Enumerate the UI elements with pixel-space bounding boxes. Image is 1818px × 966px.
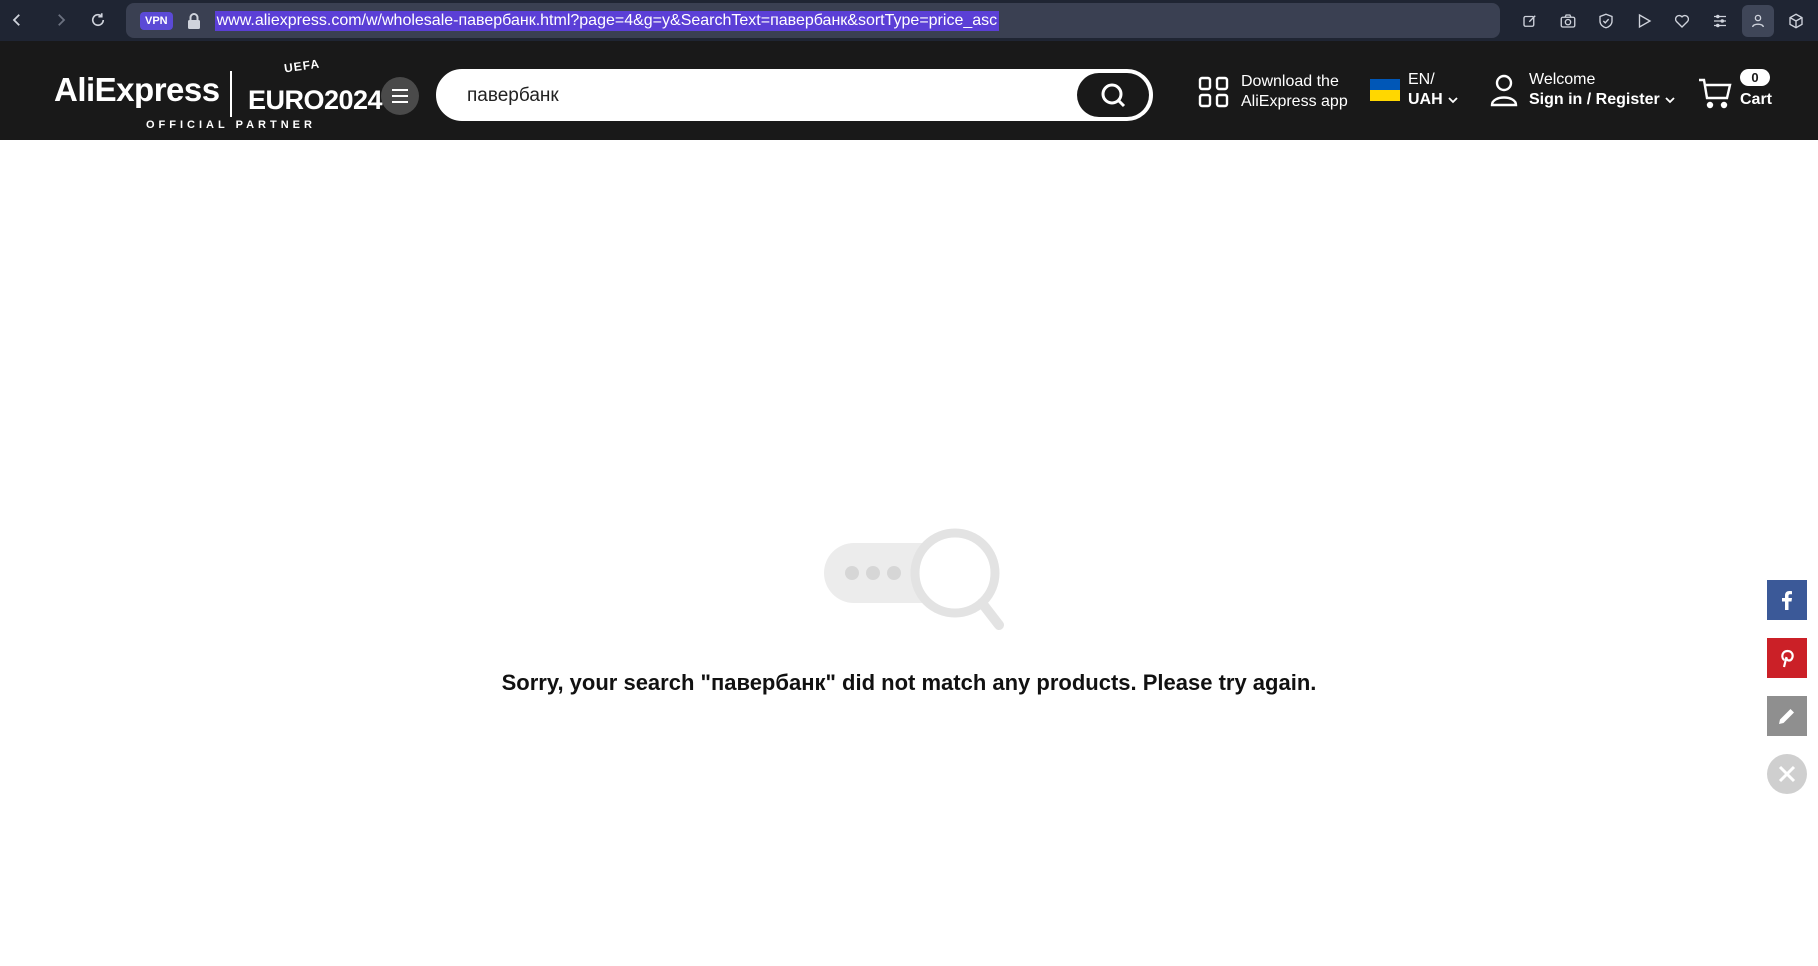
pinterest-icon: [1781, 649, 1794, 668]
logo-divider: [230, 71, 232, 117]
snapshot-button[interactable]: [1552, 5, 1584, 37]
feedback-button[interactable]: [1767, 696, 1807, 736]
close-icon: [1778, 765, 1796, 783]
download-line-2: AliExpress app: [1241, 93, 1348, 110]
back-button[interactable]: [1, 4, 33, 36]
euro2024-logo: EURO2024: [248, 85, 383, 115]
play-icon: [1638, 13, 1652, 29]
facebook-icon: [1782, 591, 1792, 610]
search-icon: [1101, 83, 1126, 108]
camera-icon: [1560, 14, 1576, 28]
download-line-1: Download the: [1241, 73, 1339, 90]
lock-icon[interactable]: [187, 12, 201, 29]
qr-code-icon: [1198, 76, 1229, 108]
url-text[interactable]: www.aliexpress.com/w/wholesale-павербанк…: [214, 10, 1000, 31]
pencil-icon: [1779, 709, 1794, 724]
easy-setup-button[interactable]: [1704, 5, 1736, 37]
aliexpress-logo[interactable]: AliExpress: [54, 71, 220, 109]
adblock-button[interactable]: [1590, 5, 1622, 37]
cart-label: Cart: [1740, 91, 1773, 108]
chevron-down-icon: [1448, 97, 1458, 104]
welcome-label: Welcome: [1529, 71, 1596, 88]
chevron-left-icon: [12, 14, 20, 26]
download-app-text: Download the AliExpress app: [1241, 72, 1348, 112]
vpn-badge[interactable]: VPN: [140, 11, 173, 30]
logo-text: AliExpress: [54, 71, 220, 108]
forward-button[interactable]: [45, 4, 77, 36]
official-partner-text: OFFICIAL PARTNER: [146, 119, 316, 131]
hamburger-icon: [392, 89, 408, 103]
cart-icon: [1699, 78, 1732, 109]
favorites-button[interactable]: [1666, 5, 1698, 37]
profile-button[interactable]: [1742, 5, 1774, 37]
browser-extensions: [1514, 5, 1812, 37]
chevron-right-icon: [58, 14, 66, 26]
reload-icon: [91, 13, 105, 27]
address-bar[interactable]: VPN www.aliexpress.com/w/wholesale-павер…: [126, 3, 1500, 38]
uefa-text: UEFA: [283, 56, 321, 76]
download-app-link[interactable]: Download the AliExpress app: [1198, 72, 1348, 112]
user-icon: [1752, 14, 1764, 28]
user-icon: [1490, 74, 1518, 107]
sliders-icon: [1714, 14, 1726, 28]
edit-page-button[interactable]: [1514, 5, 1546, 37]
sign-in-register-link[interactable]: Sign in / Register: [1529, 91, 1660, 108]
close-sidebar-button[interactable]: [1767, 754, 1807, 794]
browser-toolbar: VPN www.aliexpress.com/w/wholesale-павер…: [0, 0, 1818, 41]
category-menu-button[interactable]: [381, 77, 419, 115]
language-currency-text: EN/ UAH: [1408, 70, 1459, 110]
chevron-down-icon: [1665, 97, 1675, 104]
currency-label: UAH: [1408, 91, 1443, 108]
pinterest-share-button[interactable]: [1767, 638, 1807, 678]
account-menu[interactable]: Welcome Sign in / Register: [1489, 70, 1676, 110]
ukraine-flag-icon: [1370, 79, 1400, 101]
account-text: Welcome Sign in / Register: [1529, 70, 1676, 110]
search-input[interactable]: [467, 82, 1047, 110]
no-results-illustration: [824, 528, 1004, 630]
no-results-message: Sorry, your search "павербанк" did not m…: [501, 670, 1317, 695]
cube-icon: [1789, 13, 1803, 29]
extensions-button[interactable]: [1780, 5, 1812, 37]
shield-icon: [1599, 13, 1613, 29]
language-label: EN/: [1408, 71, 1435, 88]
heart-icon: [1674, 14, 1690, 28]
cart-count-badge: 0: [1740, 69, 1770, 86]
facebook-share-button[interactable]: [1767, 580, 1807, 620]
search-bar: [436, 69, 1153, 121]
player-button[interactable]: [1628, 5, 1660, 37]
share-sidebar: [1767, 580, 1807, 794]
search-button[interactable]: [1077, 73, 1149, 117]
site-header: AliExpress UEFA EURO2024 OFFICIAL PARTNE…: [0, 41, 1818, 140]
pencil-square-icon: [1523, 15, 1536, 27]
language-currency-selector[interactable]: EN/ UAH: [1370, 70, 1459, 110]
reload-button[interactable]: [82, 4, 114, 36]
